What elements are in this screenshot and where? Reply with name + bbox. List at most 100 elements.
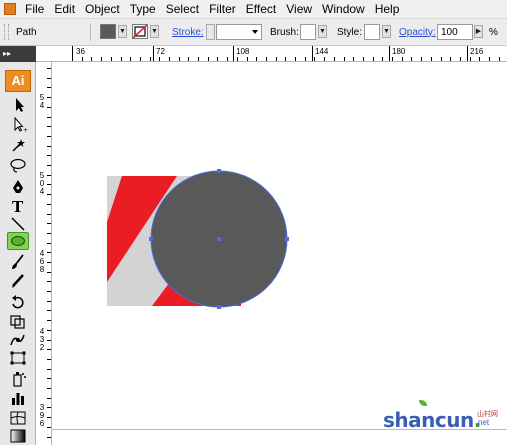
ruler-minor-tick [47,107,51,108]
menu-file[interactable]: File [20,0,49,18]
ruler-minor-tick [82,57,83,61]
artboard-canvas[interactable] [52,62,507,445]
symbol-sprayer-tool[interactable] [8,370,28,388]
menu-help[interactable]: Help [370,0,405,18]
magic-wand-icon [12,139,25,152]
ruler-minor-tick [47,272,51,273]
paintbrush-tool[interactable] [8,253,28,271]
ruler-minor-tick [470,57,471,61]
style-dropdown-arrow[interactable]: ▼ [382,25,391,38]
ruler-minor-tick [305,57,306,61]
ruler-minor-tick [47,165,51,166]
ruler-minor-tick [188,57,189,61]
ruler-minor-tick [256,57,257,61]
lasso-tool[interactable] [8,156,28,174]
ruler-minor-tick [47,301,51,302]
pen-tool[interactable] [8,178,28,196]
menu-type[interactable]: Type [125,0,161,18]
stroke-weight-input[interactable] [216,24,262,40]
selection-arrow-icon [16,98,24,112]
fill-color-swatch[interactable] [100,24,116,39]
free-transform-icon [10,351,26,365]
mesh-tool[interactable] [8,409,28,427]
ruler-minor-tick [47,281,51,282]
warp-icon [10,334,25,346]
ellipse-tool[interactable] [7,232,29,250]
ruler-minor-tick [334,57,335,61]
magic-wand-tool[interactable] [8,136,28,154]
menu-edit[interactable]: Edit [49,0,80,18]
free-transform-tool[interactable] [8,349,28,367]
tools-panel-header[interactable]: ▸▸ [0,46,36,62]
brush-dropdown-arrow[interactable]: ▼ [318,25,327,38]
center-point[interactable] [217,237,221,241]
fill-dropdown-arrow[interactable]: ▼ [118,25,127,38]
warp-tool[interactable] [8,331,28,349]
opacity-label[interactable]: Opacity: [399,19,436,45]
ruler-major-tick [153,46,154,61]
opacity-input[interactable]: 100 [437,24,473,40]
ruler-minor-tick [441,57,442,61]
menu-effect[interactable]: Effect [241,0,281,18]
control-bar-grip[interactable] [4,24,9,40]
opacity-dropdown-arrow[interactable]: ▶ [474,25,483,38]
ruler-minor-tick [47,369,51,370]
vertical-ruler[interactable]: 5 4 5 0 4 4 6 8 4 3 2 3 9 6 [36,62,52,445]
line-segment-icon [11,217,25,231]
no-stroke-icon [133,25,147,38]
direct-selection-tool[interactable]: + [8,116,28,134]
stroke-color-swatch[interactable] [132,24,148,39]
stroke-weight-spinner[interactable] [206,24,215,40]
menu-window[interactable]: Window [317,0,370,18]
horizontal-ruler[interactable]: 36 72 108 144 180 216 [36,46,507,62]
ruler-minor-tick [499,57,500,61]
ruler-minor-tick [150,57,151,61]
ruler-minor-tick [392,57,393,61]
brush-picker[interactable] [300,24,316,40]
ruler-label: 3 9 6 [39,403,45,428]
ruler-minor-tick [295,57,296,61]
ruler-minor-tick [101,57,102,61]
gradient-tool[interactable] [8,427,28,445]
ruler-minor-tick [47,398,51,399]
column-graph-icon [12,393,24,405]
line-segment-tool[interactable] [8,215,28,233]
ruler-minor-tick [402,57,403,61]
menu-select[interactable]: Select [161,0,204,18]
rotate-tool[interactable] [8,294,28,312]
menu-filter[interactable]: Filter [204,0,241,18]
ruler-minor-tick [47,194,51,195]
ruler-label: 5 0 4 [39,171,45,196]
menu-object[interactable]: Object [80,0,125,18]
ruler-minor-tick [344,57,345,61]
ruler-minor-tick [363,57,364,61]
ruler-minor-tick [460,57,461,61]
control-bar: Path ▼ ▼ Stroke: Brush: ▼ Style: ▼ Opaci… [0,19,507,46]
anchor-point[interactable] [149,237,153,241]
selection-tool[interactable] [8,96,28,114]
svg-text:T: T [12,198,24,215]
svg-text:+: + [23,127,28,134]
column-graph-tool[interactable] [8,389,28,407]
ruler-minor-tick [47,262,51,263]
app-icon[interactable] [4,3,16,15]
ruler-minor-tick [111,57,112,61]
ruler-minor-tick [140,57,141,61]
stroke-dropdown-arrow[interactable]: ▼ [150,25,159,38]
stroke-label[interactable]: Stroke: [172,19,204,45]
ruler-minor-tick [47,388,51,389]
anchor-point[interactable] [217,169,221,173]
menu-view[interactable]: View [281,0,317,18]
pencil-tool[interactable] [8,272,28,290]
watermark-logo: shancun. [383,408,481,432]
type-tool[interactable]: T [8,197,28,215]
ruler-minor-tick [47,330,51,331]
anchor-point[interactable] [285,237,289,241]
scale-tool[interactable] [8,312,28,330]
ruler-minor-tick [353,57,354,61]
anchor-point[interactable] [217,305,221,309]
style-picker[interactable] [364,24,380,40]
menu-bar: File Edit Object Type Select Filter Effe… [0,0,507,19]
ruler-minor-tick [47,233,51,234]
ruler-minor-tick [382,57,383,61]
